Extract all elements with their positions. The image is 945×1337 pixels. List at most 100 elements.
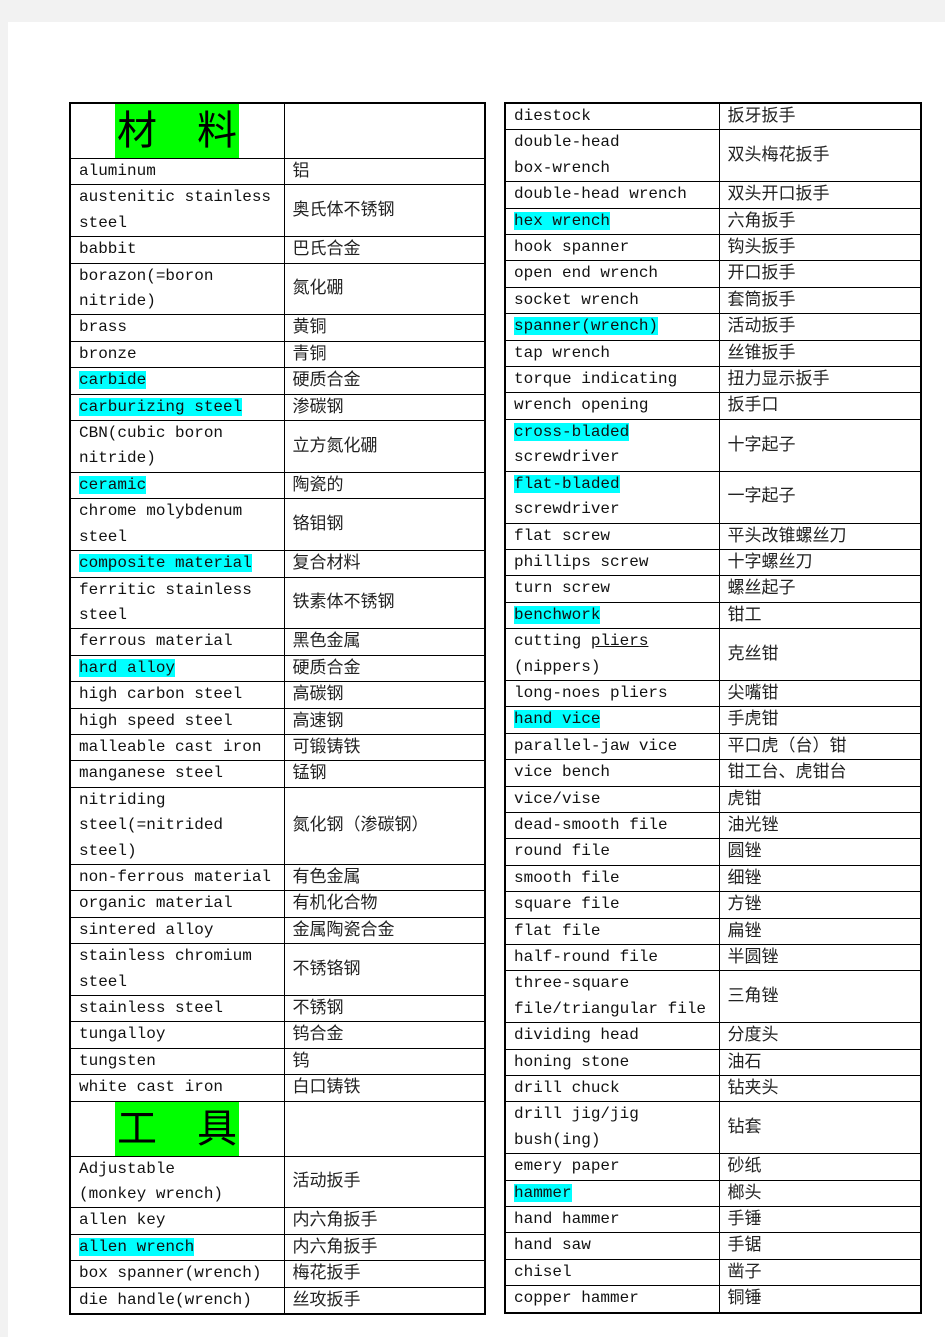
chinese-term-cell: 铜锤 <box>718 1285 922 1314</box>
table-row: benchwork 钳工 <box>504 601 922 630</box>
table-row: chisel 凿子 <box>504 1258 922 1287</box>
chinese-term-cell: 虎钳 <box>718 785 922 813</box>
table-row: allen wrench 内六角扳手 <box>69 1233 486 1262</box>
chinese-term-cell: 平头改锥螺丝刀 <box>718 522 922 550</box>
english-term-text: ceramic <box>79 475 147 494</box>
table-row: parallel-jaw vice 平口虎（台）钳 <box>504 732 922 761</box>
english-term-line: bush(ing) <box>514 1128 718 1153</box>
english-term-cell: drill chuck <box>504 1075 720 1103</box>
english-term-text: chrome molybdenum <box>79 502 243 521</box>
english-term-line: torque indicating <box>514 368 718 392</box>
english-term-text: austenitic stainless <box>79 188 272 207</box>
english-term-line: turn screw <box>514 577 718 601</box>
english-term-cell: tungalloy <box>69 1021 285 1049</box>
english-term-line: emery paper <box>514 1155 718 1179</box>
english-term-text: benchwork <box>514 605 601 624</box>
english-term-text: hammer <box>514 1183 572 1202</box>
table-row: double-head box-wrench 双头梅花扳手 <box>504 129 922 183</box>
chinese-term-cell: 铬钼钢 <box>283 498 486 552</box>
english-term-text: stainless steel <box>79 999 224 1017</box>
english-term-text: nitride) <box>79 292 156 311</box>
table-row: three-square file/triangular file 三角锉 <box>504 970 922 1024</box>
english-term-line: hand hammer <box>514 1208 718 1232</box>
chinese-term-cell: 巴氏合金 <box>283 236 486 264</box>
english-term-text: bronze <box>79 344 137 363</box>
english-term-text: honing stone <box>514 1052 630 1071</box>
chinese-term-cell: 高速钢 <box>283 707 486 735</box>
table-row: nitriding steel(=nitrided steel) 氮化钢（渗碳钢） <box>69 786 486 865</box>
english-term-line: nitride) <box>79 289 283 314</box>
table-row: flat screw 平头改锥螺丝刀 <box>504 522 922 550</box>
english-term-text: steel <box>79 605 128 624</box>
chinese-term-cell: 手锤 <box>718 1206 922 1234</box>
chinese-term-cell: 手锯 <box>718 1232 922 1260</box>
chinese-term-cell: 钳工台、虎钳台 <box>718 759 922 787</box>
english-term-text: screwdriver <box>514 500 620 519</box>
table-row: hard alloy 硬质合金 <box>69 654 486 683</box>
english-term-text: phillips screw <box>514 552 649 571</box>
chinese-term-cell: 砂纸 <box>718 1153 922 1181</box>
english-term-cell: copper hammer <box>504 1285 720 1314</box>
english-term-line: tungsten <box>79 1049 283 1073</box>
english-term-text: steel) <box>79 841 137 860</box>
english-term-text: spanner(wrench) <box>514 317 659 336</box>
english-term-cell: smooth file <box>504 864 720 893</box>
table-row: phillips screw 十字螺丝刀 <box>504 548 922 577</box>
table-row: ceramic 陶瓷的 <box>69 471 486 500</box>
english-term-line: long-noes pliers <box>514 681 718 705</box>
chinese-term-cell: 复合材料 <box>283 550 486 578</box>
english-term-cell: hand saw <box>504 1232 720 1260</box>
english-term-text: flat file <box>514 921 601 940</box>
english-term-line: drill chuck <box>514 1077 718 1101</box>
english-term-cell: nitriding steel(=nitrided steel) <box>69 786 285 865</box>
english-term-text: box-wrench <box>514 158 611 177</box>
english-term-text: turn screw <box>514 579 611 598</box>
english-term-cell: flat file <box>504 917 720 946</box>
english-term-text: steel <box>79 527 128 546</box>
english-term-text: copper hammer <box>514 1289 639 1308</box>
english-term-line: borazon(=boron <box>79 264 283 289</box>
english-term-line: hammer <box>514 1181 718 1205</box>
english-term-text: white cast iron <box>79 1078 224 1097</box>
english-term-line: tap wrench <box>514 341 718 365</box>
english-term-cell: ceramic <box>69 471 285 500</box>
english-term-cell: cutting pliers (nippers) <box>504 628 720 681</box>
chinese-term-cell: 钨 <box>283 1047 486 1076</box>
chinese-term-cell: 黄铜 <box>283 314 486 342</box>
english-term-line: steel <box>79 970 283 995</box>
english-term-cell: manganese steel <box>69 760 285 788</box>
english-term-cell: allen wrench <box>69 1233 285 1262</box>
chinese-term-cell: 青铜 <box>283 340 486 369</box>
english-term-text: non-ferrous material <box>79 867 272 886</box>
english-term-cell: parallel-jaw vice <box>504 732 720 761</box>
english-term-line: die handle(wrench) <box>79 1288 283 1313</box>
english-term-cell: square file <box>504 891 720 919</box>
table-row: carbide 硬质合金 <box>69 367 486 395</box>
section-title: 工 具 <box>115 1102 239 1156</box>
table-row: vice/vise 虎钳 <box>504 785 922 813</box>
table-row: ferrous material 黑色金属 <box>69 628 486 656</box>
english-term-line: stainless chromium <box>79 945 283 970</box>
english-term-line: steel) <box>79 839 283 864</box>
table-row: drill chuck 钻夹头 <box>504 1075 922 1103</box>
table-row: flat-bladed screwdriver 一字起子 <box>504 470 922 524</box>
english-term-line: double-head <box>514 131 718 156</box>
english-term-cell: die handle(wrench) <box>69 1286 285 1315</box>
chinese-term-cell: 可锻铸铁 <box>283 733 486 762</box>
english-term-line: benchwork <box>514 603 718 627</box>
table-row: austenitic stainless steel 奥氏体不锈钢 <box>69 184 486 238</box>
section-header-row: 材 料 <box>69 102 486 159</box>
english-term-text: sintered alloy <box>79 920 214 939</box>
english-term-cell: tungsten <box>69 1047 285 1076</box>
chinese-term-cell: 扭力显示扳手 <box>718 366 922 394</box>
table-row: malleable cast iron 可锻铸铁 <box>69 733 486 762</box>
english-term-cell: emery paper <box>504 1153 720 1181</box>
english-term-line: round file <box>514 840 718 864</box>
english-term-line: hard alloy <box>79 656 283 680</box>
chinese-term-cell: 双头梅花扳手 <box>718 129 922 183</box>
table-row: smooth file 细锉 <box>504 864 922 893</box>
english-term-cell: torque indicating <box>504 366 720 394</box>
section-header-cell: 工 具 <box>69 1100 285 1157</box>
english-term-line: steel(=nitrided <box>79 813 283 838</box>
english-term-cell: honing stone <box>504 1048 720 1077</box>
